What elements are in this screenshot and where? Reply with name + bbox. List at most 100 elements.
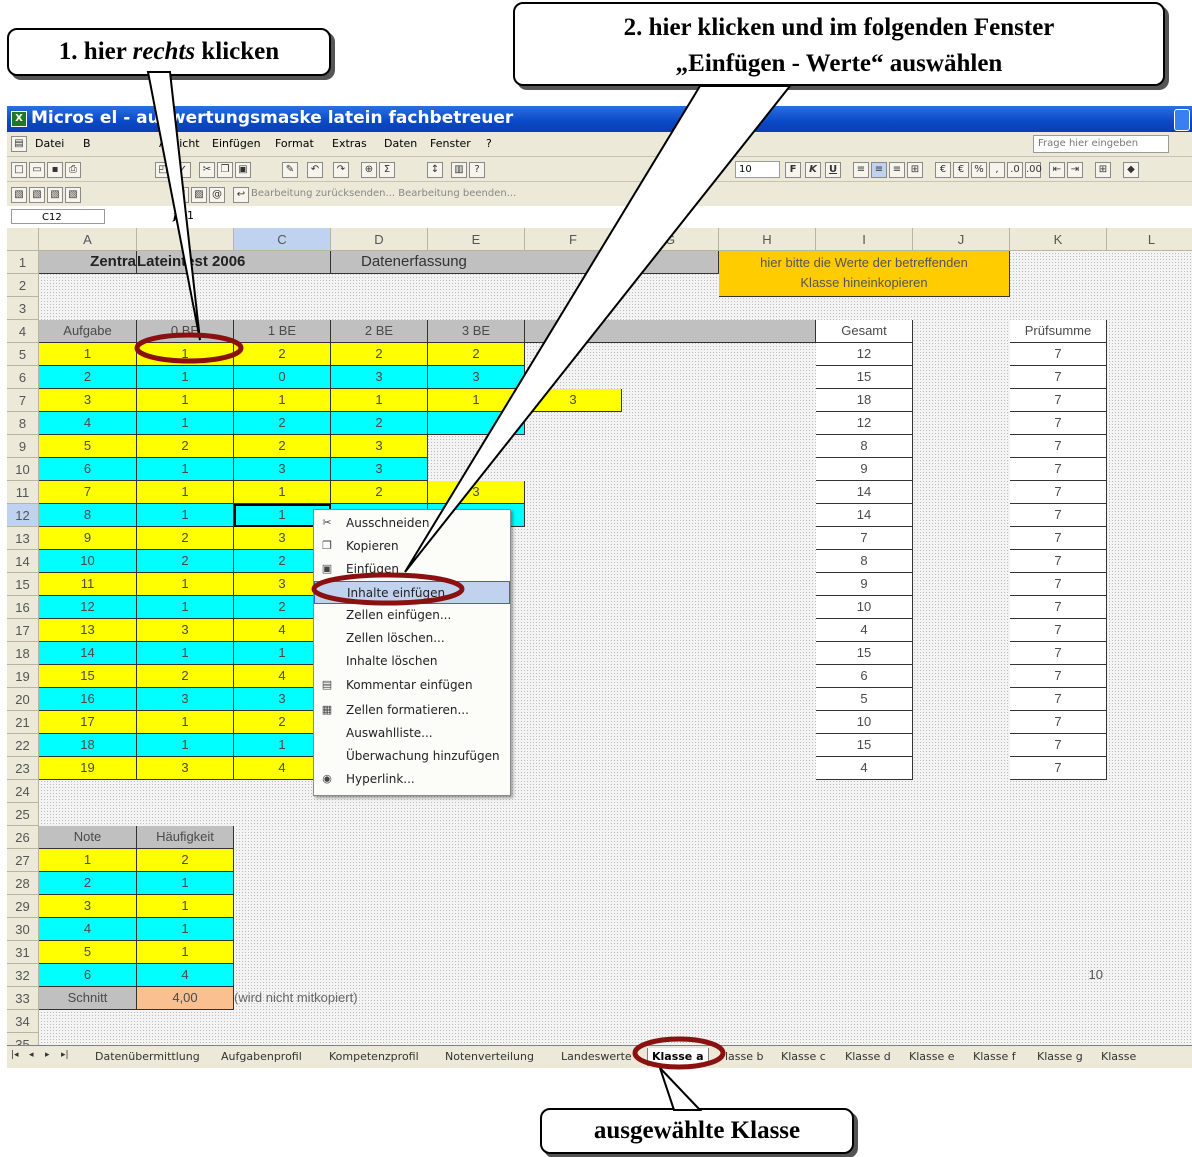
sheet-tab-landeswerte[interactable]: Landeswerte	[561, 1048, 632, 1065]
row-header[interactable]: 32	[7, 964, 39, 987]
cell[interactable]: 7	[816, 527, 913, 550]
cell[interactable]: 6	[39, 458, 137, 481]
share-icon[interactable]: @	[209, 187, 225, 203]
cell[interactable]: 1	[137, 481, 234, 504]
cell[interactable]: 1	[137, 918, 234, 941]
align-left-icon[interactable]: ≡	[853, 162, 869, 178]
reviewing-icon-1[interactable]: ▧	[11, 187, 27, 203]
cell[interactable]: 6	[816, 665, 913, 688]
autosum-icon[interactable]: Σ	[379, 162, 395, 178]
cell[interactable]: 1	[428, 389, 525, 412]
row-header[interactable]: 15	[7, 573, 39, 596]
sheet-tab-aufgabenprofil[interactable]: Aufgabenprofil	[221, 1048, 302, 1065]
name-box[interactable]: C12	[11, 209, 105, 224]
column-header-a[interactable]: A	[39, 228, 137, 251]
align-right-icon[interactable]: ≡	[889, 162, 905, 178]
cell[interactable]	[428, 412, 525, 435]
sheet-title[interactable]: Lateintest 2006	[137, 251, 331, 274]
decrease-indent-icon[interactable]: ⇤	[1049, 162, 1065, 178]
cell[interactable]: 1	[137, 711, 234, 734]
cell[interactable]: 7	[1010, 734, 1107, 757]
column-header-h[interactable]: H	[719, 228, 816, 251]
cell[interactable]: 3	[428, 366, 525, 389]
help-search-input[interactable]: Frage hier eingeben	[1033, 135, 1169, 153]
cell[interactable]: 7	[1010, 504, 1107, 527]
menu-item-ueberwachung[interactable]: Überwachung hinzufügen	[314, 745, 510, 768]
cell[interactable]: 4	[816, 619, 913, 642]
cut-icon[interactable]: ✂	[199, 162, 215, 178]
cell[interactable]: Gesamt	[816, 320, 913, 343]
cell[interactable]: 16	[39, 688, 137, 711]
cell[interactable]: 8	[816, 550, 913, 573]
cell[interactable]: 7	[1010, 458, 1107, 481]
row-header[interactable]: 24	[7, 780, 39, 803]
cell[interactable]: Prüfsumme	[1010, 320, 1107, 343]
cell[interactable]: 4	[39, 918, 137, 941]
cell[interactable]: 3	[331, 458, 428, 481]
menu-fenster[interactable]: Fenster	[430, 137, 471, 150]
sheet-subtitle[interactable]: Datenerfassung	[331, 251, 622, 274]
cell[interactable]: 3	[39, 895, 137, 918]
menu-einfuegen[interactable]: Einfügen	[212, 137, 261, 150]
row-header[interactable]: 19	[7, 665, 39, 688]
cell[interactable]: 12	[816, 412, 913, 435]
cell[interactable]: 18	[39, 734, 137, 757]
copy-icon[interactable]: ❐	[217, 162, 233, 178]
cell[interactable]: 17	[39, 711, 137, 734]
cell[interactable]: 7	[1010, 711, 1107, 734]
window-control-button[interactable]	[1174, 109, 1190, 131]
row-header[interactable]: 13	[7, 527, 39, 550]
column-header-c[interactable]: C	[234, 228, 331, 251]
row-header[interactable]: 23	[7, 757, 39, 780]
next-sheet-icon[interactable]: ▸	[45, 1050, 57, 1060]
cell[interactable]: 7	[1010, 550, 1107, 573]
cell[interactable]: 7	[1010, 642, 1107, 665]
column-header-i[interactable]: I	[816, 228, 913, 251]
menu-item-zellen-loeschen[interactable]: Zellen löschen...	[314, 627, 510, 650]
cell[interactable]: 10	[816, 596, 913, 619]
cell[interactable]: 4	[816, 757, 913, 780]
cell[interactable]: 7	[1010, 596, 1107, 619]
sheet-tab-klasse-f[interactable]: Klasse f	[973, 1048, 1016, 1065]
sort-icon[interactable]: ↕	[427, 162, 443, 178]
protect-icon[interactable]: ▨	[191, 187, 207, 203]
row-header[interactable]: 30	[7, 918, 39, 941]
cell[interactable]: 7	[1010, 527, 1107, 550]
cell[interactable]: 7	[1010, 366, 1107, 389]
cell[interactable]: 2	[234, 412, 331, 435]
menu-datei[interactable]: Datei	[35, 137, 64, 150]
cell[interactable]: 7	[1010, 412, 1107, 435]
cell[interactable]: 3	[428, 481, 525, 504]
cell[interactable]: 2	[428, 343, 525, 366]
underline-icon[interactable]: U	[825, 162, 841, 178]
spellcheck-icon[interactable]: ✓	[175, 162, 191, 178]
cell[interactable]: 5	[816, 688, 913, 711]
menu-item-zellen-einfuegen[interactable]: Zellen einfügen...	[314, 604, 510, 627]
cell[interactable]: 1	[39, 343, 137, 366]
spreadsheet-grid[interactable]: A B C D E F G H I J K L 1 2 3 4 5 6 7 8 9 10 11 12 13 14 15 16 17 18 1…	[7, 228, 1192, 1056]
reviewing-actions[interactable]: Bearbeitung zurücksenden... Bearbeitung …	[251, 188, 516, 199]
open-folder-icon[interactable]: ▭	[29, 162, 45, 178]
row-header[interactable]: 31	[7, 941, 39, 964]
cell[interactable]: 3	[234, 458, 331, 481]
cell[interactable]: 1	[234, 481, 331, 504]
decrease-decimal-icon[interactable]: .00	[1025, 162, 1042, 178]
cell[interactable]: 15	[816, 366, 913, 389]
select-all-corner[interactable]	[7, 228, 39, 251]
prev-sheet-icon[interactable]: ◂	[29, 1050, 41, 1060]
row-header[interactable]: 33	[7, 987, 39, 1010]
merge-center-icon[interactable]: ⊞	[907, 162, 923, 178]
italic-icon[interactable]: K	[805, 162, 821, 178]
row-header[interactable]: 25	[7, 803, 39, 826]
cell[interactable]: 8	[816, 435, 913, 458]
cell[interactable]: 3	[525, 389, 622, 412]
reply-icon[interactable]: ↩	[233, 187, 249, 203]
formula-input[interactable]: 1	[187, 209, 194, 222]
row-header[interactable]: 6	[7, 366, 39, 389]
cell[interactable]: 10	[39, 550, 137, 573]
cell[interactable]: 2	[234, 435, 331, 458]
cell[interactable]: 15	[816, 642, 913, 665]
cell[interactable]: 15	[39, 665, 137, 688]
track-changes-icon[interactable]: ☑	[173, 187, 189, 203]
cell[interactable]: 7	[39, 481, 137, 504]
